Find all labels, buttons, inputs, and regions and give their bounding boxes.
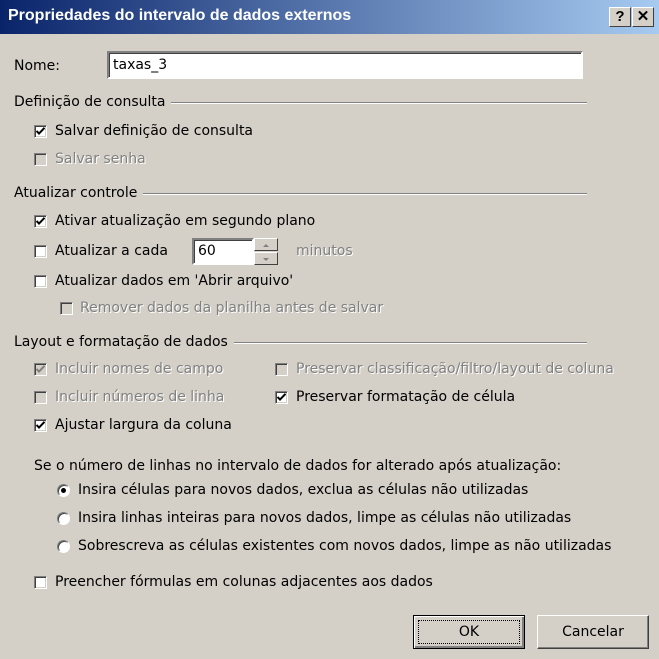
preserve-sort-checkbox[interactable] bbox=[275, 363, 288, 376]
include-field-names-checkbox[interactable] bbox=[34, 363, 47, 376]
radio-overwrite-label: Sobrescreva as células existentes com no… bbox=[78, 538, 612, 554]
close-button[interactable]: ✕ bbox=[632, 7, 654, 27]
preserve-format-label: Preservar formatação de célula bbox=[296, 389, 516, 405]
row-change-prompt: Se o número de linhas no intervalo de da… bbox=[34, 458, 562, 474]
close-icon: ✕ bbox=[636, 8, 650, 25]
spin-down-button[interactable] bbox=[254, 252, 278, 265]
ok-button[interactable]: OK bbox=[413, 615, 525, 649]
fill-formulas-checkbox[interactable] bbox=[34, 576, 47, 589]
refresh-on-open-label: Atualizar dados em 'Abrir arquivo' bbox=[55, 273, 294, 289]
preserve-sort-label: Preservar classificação/filtro/layout de… bbox=[296, 361, 614, 377]
cancel-button-label: Cancelar bbox=[562, 624, 624, 640]
radio-insert-rows[interactable] bbox=[57, 512, 70, 525]
query-definition-legend: Definição de consulta bbox=[14, 92, 172, 112]
save-password-checkbox[interactable] bbox=[34, 153, 47, 166]
include-field-names-label: Incluir nomes de campo bbox=[55, 361, 224, 377]
background-refresh-label: Ativar atualização em segundo plano bbox=[55, 213, 316, 229]
radio-selected-dot bbox=[61, 488, 66, 493]
adjust-column-width-checkbox[interactable] bbox=[34, 419, 47, 432]
radio-insert-cells[interactable] bbox=[57, 484, 70, 497]
refresh-every-label: Atualizar a cada bbox=[55, 243, 168, 259]
cancel-button[interactable]: Cancelar bbox=[537, 615, 649, 649]
external-data-range-properties-dialog: Propriedades do intervalo de dados exter… bbox=[0, 0, 659, 659]
refresh-unit-label: minutos bbox=[296, 243, 353, 259]
background-refresh-checkbox[interactable] bbox=[34, 215, 47, 228]
save-password-label: Salvar senha bbox=[55, 151, 146, 167]
layout-legend: Layout e formatação de dados bbox=[14, 332, 234, 352]
focus-rectangle bbox=[418, 620, 520, 644]
remove-before-save-checkbox[interactable] bbox=[60, 302, 73, 315]
name-label: Nome: bbox=[14, 58, 61, 74]
refresh-control-legend: Atualizar controle bbox=[14, 183, 144, 203]
include-row-numbers-checkbox[interactable] bbox=[34, 391, 47, 404]
arrow-up-icon bbox=[263, 244, 269, 247]
save-query-label: Salvar definição de consulta bbox=[55, 123, 254, 139]
dialog-title: Propriedades do intervalo de dados exter… bbox=[8, 7, 352, 24]
refresh-on-open-checkbox[interactable] bbox=[34, 275, 47, 288]
remove-before-save-label: Remover dados da planilha antes de salva… bbox=[80, 300, 384, 316]
name-input[interactable]: taxas_3 bbox=[107, 51, 583, 79]
title-bar: Propriedades do intervalo de dados exter… bbox=[0, 0, 659, 34]
save-query-checkbox[interactable] bbox=[34, 125, 47, 138]
refresh-interval-input[interactable]: 60 bbox=[192, 238, 254, 265]
radio-insert-cells-label: Insira células para novos dados, exclua … bbox=[78, 482, 529, 498]
radio-overwrite[interactable] bbox=[57, 540, 70, 553]
help-button[interactable]: ? bbox=[609, 7, 631, 27]
arrow-down-icon bbox=[263, 258, 269, 261]
refresh-every-checkbox[interactable] bbox=[34, 245, 47, 258]
radio-insert-rows-label: Insira linhas inteiras para novos dados,… bbox=[78, 510, 572, 526]
spin-up-button[interactable] bbox=[254, 238, 278, 251]
include-row-numbers-label: Incluir números de linha bbox=[55, 389, 225, 405]
fill-formulas-label: Preencher fórmulas em colunas adjacentes… bbox=[55, 574, 433, 590]
preserve-format-checkbox[interactable] bbox=[275, 391, 288, 404]
adjust-column-width-label: Ajustar largura da coluna bbox=[55, 417, 232, 433]
